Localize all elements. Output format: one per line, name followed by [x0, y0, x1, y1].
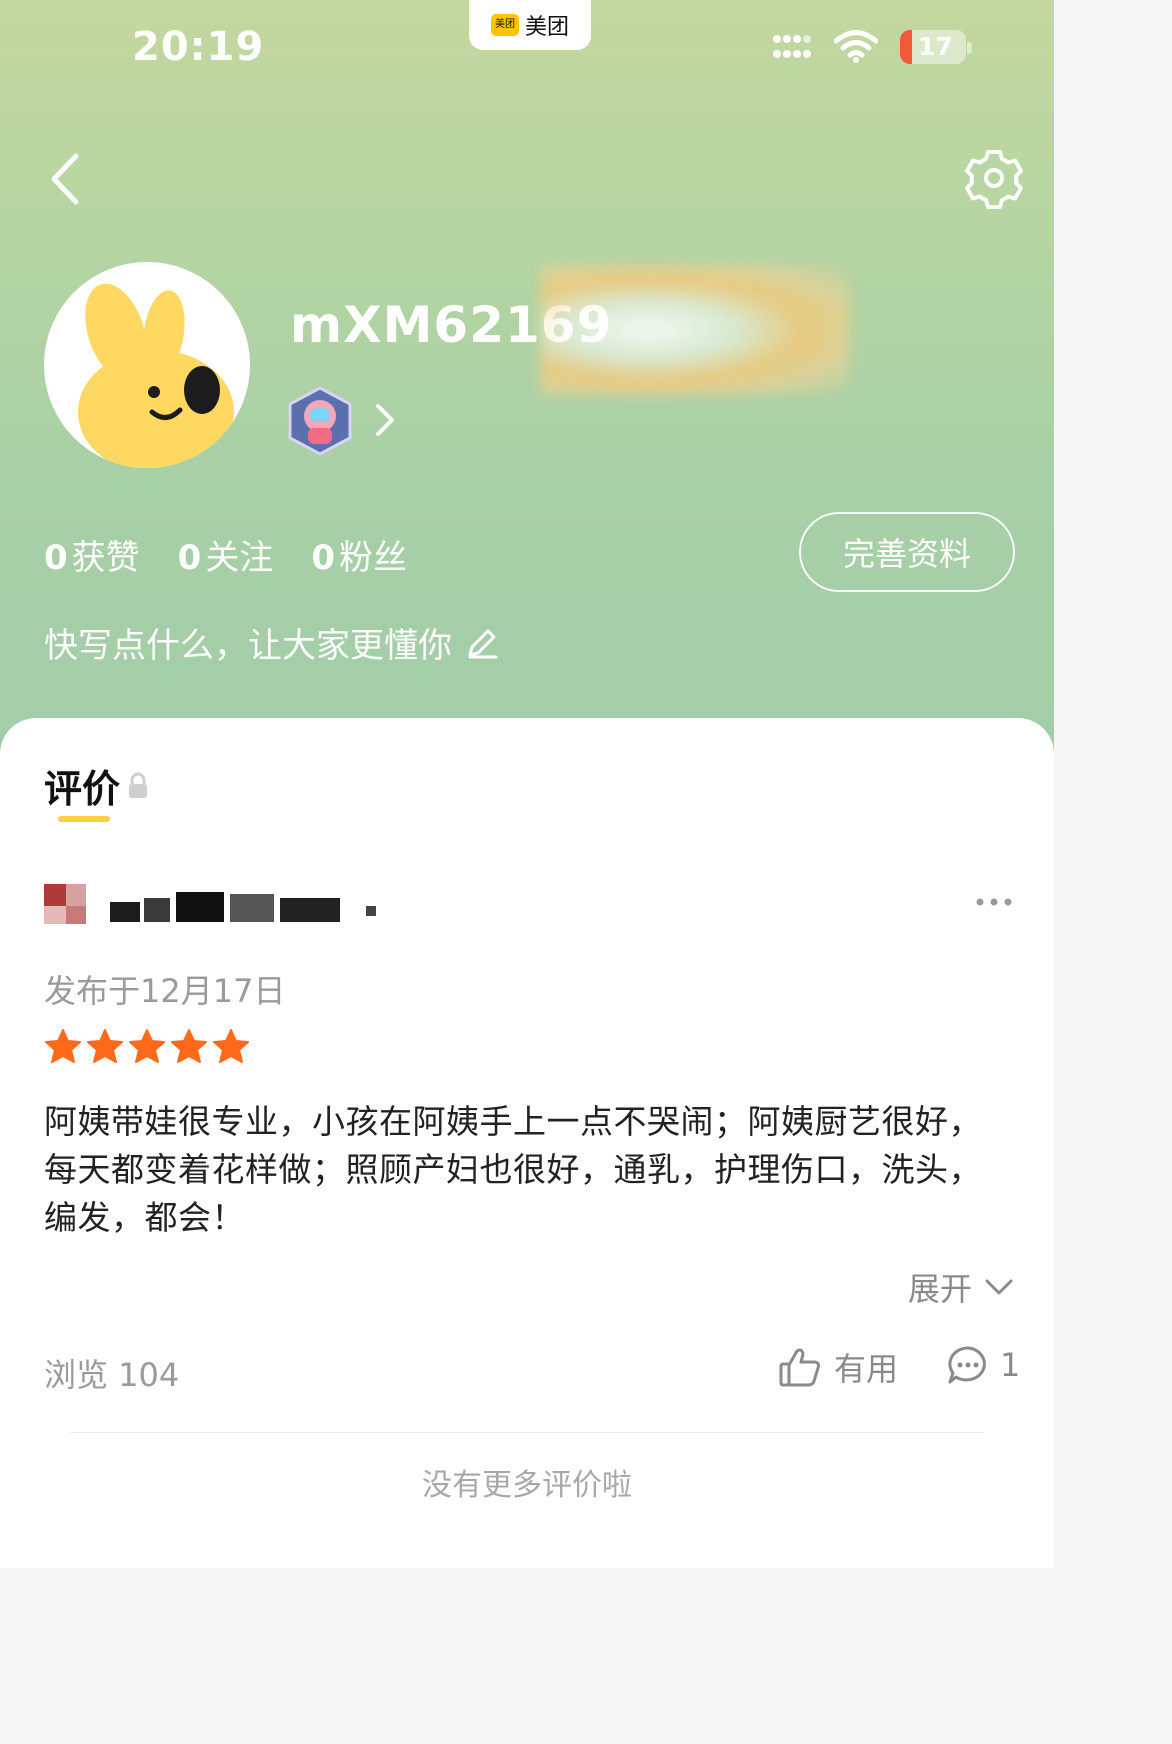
- tab-reviews[interactable]: 评价: [44, 758, 150, 813]
- star-icon: [213, 1029, 249, 1063]
- star-icon: [87, 1029, 123, 1063]
- tab-active-indicator: [58, 816, 110, 822]
- expand-toggle[interactable]: 展开: [908, 1264, 1014, 1310]
- chevron-right-icon[interactable]: [372, 400, 398, 440]
- battery-indicator: 17: [900, 30, 966, 64]
- chevron-down-icon: [985, 1279, 1013, 1295]
- meituan-logo-icon: 美团: [490, 14, 519, 36]
- review-text: 阿姨带娃很专业，小孩在阿姨手上一点不哭闹；阿姨厨艺很好，每天都变着花样做；照顾产…: [44, 1102, 982, 1237]
- status-icons: 17: [772, 30, 966, 64]
- star-icon: [45, 1029, 81, 1063]
- reviewer-info-redacted[interactable]: [44, 884, 484, 934]
- more-options-icon[interactable]: [974, 896, 1014, 908]
- bio-placeholder: 快写点什么，让大家更懂你: [44, 626, 452, 666]
- comment-bubble-icon: [948, 1346, 986, 1384]
- rabbit-mascot-icon: [78, 283, 234, 468]
- profile-stats: 0 获赞 0 关注 0 粉丝: [44, 530, 407, 579]
- signal-icon: [773, 35, 811, 58]
- stat-likes[interactable]: 0 获赞: [44, 530, 140, 579]
- bio-field[interactable]: 快写点什么，让大家更懂你: [44, 618, 500, 667]
- status-time: 20:19: [132, 24, 265, 70]
- redaction-blur: [540, 265, 850, 395]
- back-chevron-icon[interactable]: [44, 150, 88, 208]
- post-date: 发布于12月17日: [44, 972, 286, 1010]
- star-icon: [171, 1029, 207, 1063]
- useful-label: 有用: [834, 1350, 899, 1388]
- thumbs-up-icon: [779, 1348, 821, 1387]
- battery-level: [900, 30, 912, 64]
- edit-profile-button[interactable]: 完善资料: [799, 512, 1015, 592]
- reviews-card: 评价 发布于12月17日 阿姨带娃很专业，小孩在阿姨手上一点不哭闹；阿姨厨艺很好…: [0, 718, 1054, 1568]
- stat-following[interactable]: 0 关注: [178, 530, 274, 579]
- tab-reviews-label: 评价: [44, 767, 121, 811]
- app-indicator-pill[interactable]: 美团 美团: [469, 0, 591, 50]
- wifi-icon: [834, 30, 878, 63]
- stat-followers[interactable]: 0 粉丝: [311, 530, 407, 579]
- useful-button[interactable]: 有用: [778, 1344, 898, 1390]
- rating-stars: [44, 1028, 250, 1064]
- avatar[interactable]: [44, 262, 250, 468]
- battery-tip: [967, 42, 972, 54]
- star-icon: [129, 1029, 165, 1063]
- view-count: 浏览 104: [44, 1356, 180, 1394]
- app-name: 美团: [524, 15, 569, 40]
- pencil-icon: [468, 629, 498, 658]
- expand-label: 展开: [907, 1270, 972, 1308]
- comment-count: 1: [1000, 1346, 1021, 1384]
- lock-icon: [129, 772, 148, 798]
- comment-button[interactable]: 1: [946, 1344, 1020, 1386]
- no-more-reviews: 没有更多评价啦: [422, 1468, 632, 1503]
- divider: [70, 1432, 984, 1433]
- settings-gear-icon[interactable]: [962, 146, 1026, 210]
- battery-percent: 17: [918, 32, 953, 61]
- astronaut-badge-icon[interactable]: [286, 386, 354, 456]
